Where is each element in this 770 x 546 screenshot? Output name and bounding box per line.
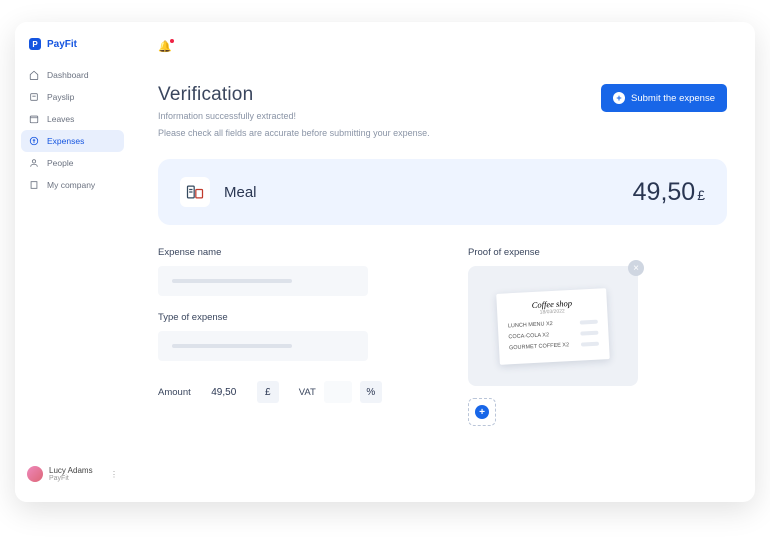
amount-label: Amount bbox=[158, 387, 191, 398]
sidebar-item-label: Leaves bbox=[47, 114, 74, 124]
brand-name: PayFit bbox=[47, 39, 77, 50]
expense-type-label: Type of expense bbox=[158, 312, 418, 323]
receipt-price-skeleton bbox=[580, 319, 598, 324]
close-icon: × bbox=[633, 263, 639, 274]
page-subtitle-line2: Please check all fields are accurate bef… bbox=[158, 127, 430, 140]
expense-currency: £ bbox=[697, 187, 705, 203]
notification-bell-icon[interactable]: 🔔 bbox=[158, 40, 172, 53]
sidebar-item-label: Payslip bbox=[47, 92, 74, 102]
calendar-icon bbox=[29, 114, 39, 124]
expense-form: Expense name Type of expense Amount £ VA… bbox=[158, 247, 727, 426]
expense-summary-card: Meal 49,50£ bbox=[158, 159, 727, 225]
receipt-line-label: GOURMET COFFEE X2 bbox=[509, 342, 569, 351]
expenses-icon bbox=[29, 136, 39, 146]
submit-button-label: Submit the expense bbox=[631, 93, 715, 104]
placeholder-skeleton bbox=[172, 344, 292, 348]
receipt-line: GOURMET COFFEE X2 bbox=[509, 340, 599, 351]
receipt-line: COCA-COLA X2 bbox=[508, 329, 598, 340]
topbar: 🔔 bbox=[158, 34, 727, 58]
chevron-updown-icon: ⋮ bbox=[110, 470, 118, 479]
amount-currency-badge: £ bbox=[257, 381, 279, 403]
vat-input[interactable] bbox=[324, 381, 352, 403]
people-icon bbox=[29, 158, 39, 168]
brand: P PayFit bbox=[15, 34, 130, 64]
sidebar-item-company[interactable]: My company bbox=[15, 174, 130, 196]
expense-category: Meal bbox=[224, 184, 257, 201]
receipt-price-skeleton bbox=[581, 341, 599, 346]
expense-name-label: Expense name bbox=[158, 247, 418, 258]
app-window: P PayFit Dashboard Payslip Leaves bbox=[15, 22, 755, 502]
home-icon bbox=[29, 70, 39, 80]
sidebar-item-payslip[interactable]: Payslip bbox=[15, 86, 130, 108]
receipt-preview[interactable]: × Coffee shop 18/03/2022 LUNCH MENU X2 C… bbox=[468, 266, 638, 386]
page-header: Verification Information successfully ex… bbox=[158, 84, 727, 139]
payslip-icon bbox=[29, 92, 39, 102]
sidebar-item-leaves[interactable]: Leaves bbox=[15, 108, 130, 130]
avatar bbox=[27, 466, 43, 482]
receipt-price-skeleton bbox=[580, 330, 598, 335]
receipt-line: LUNCH MENU X2 bbox=[508, 318, 598, 329]
expense-amount-value: 49,50 bbox=[633, 178, 696, 206]
meal-category-icon bbox=[180, 177, 210, 207]
brand-logo: P bbox=[29, 38, 41, 50]
main-content: 🔔 Verification Information successfully … bbox=[130, 22, 755, 502]
sidebar-item-label: Expenses bbox=[47, 136, 84, 146]
add-receipt-button[interactable]: + bbox=[468, 398, 496, 426]
user-meta: Lucy Adams PayFit bbox=[49, 466, 93, 482]
sidebar: P PayFit Dashboard Payslip Leaves bbox=[15, 22, 130, 502]
user-subtitle: PayFit bbox=[49, 475, 93, 482]
vat-label: VAT bbox=[299, 387, 316, 398]
expense-type-input[interactable] bbox=[158, 331, 368, 361]
receipt-line-label: LUNCH MENU X2 bbox=[508, 321, 553, 329]
expense-name-input[interactable] bbox=[158, 266, 368, 296]
page-title: Verification bbox=[158, 84, 430, 106]
amount-input[interactable] bbox=[201, 387, 247, 398]
sidebar-item-label: My company bbox=[47, 180, 95, 190]
remove-receipt-button[interactable]: × bbox=[628, 260, 644, 276]
sidebar-item-people[interactable]: People bbox=[15, 152, 130, 174]
user-menu[interactable]: Lucy Adams PayFit ⋮ bbox=[15, 458, 130, 490]
sidebar-nav: Dashboard Payslip Leaves Expenses bbox=[15, 64, 130, 458]
plus-circle-icon: + bbox=[613, 92, 625, 104]
sidebar-item-label: People bbox=[47, 158, 73, 168]
receipt-thumbnail: Coffee shop 18/03/2022 LUNCH MENU X2 COC… bbox=[496, 288, 610, 365]
page-subtitle-line1: Information successfully extracted! bbox=[158, 110, 430, 123]
company-icon bbox=[29, 180, 39, 190]
submit-expense-button[interactable]: + Submit the expense bbox=[601, 84, 727, 112]
proof-label: Proof of expense bbox=[468, 247, 658, 258]
expense-total: 49,50£ bbox=[633, 178, 705, 207]
placeholder-skeleton bbox=[172, 279, 292, 283]
sidebar-item-dashboard[interactable]: Dashboard bbox=[15, 64, 130, 86]
sidebar-item-expenses[interactable]: Expenses bbox=[21, 130, 124, 152]
receipt-line-label: COCA-COLA X2 bbox=[508, 332, 549, 340]
sidebar-item-label: Dashboard bbox=[47, 70, 89, 80]
user-name: Lucy Adams bbox=[49, 466, 93, 475]
vat-unit-badge: % bbox=[360, 381, 382, 403]
plus-icon: + bbox=[475, 405, 489, 419]
